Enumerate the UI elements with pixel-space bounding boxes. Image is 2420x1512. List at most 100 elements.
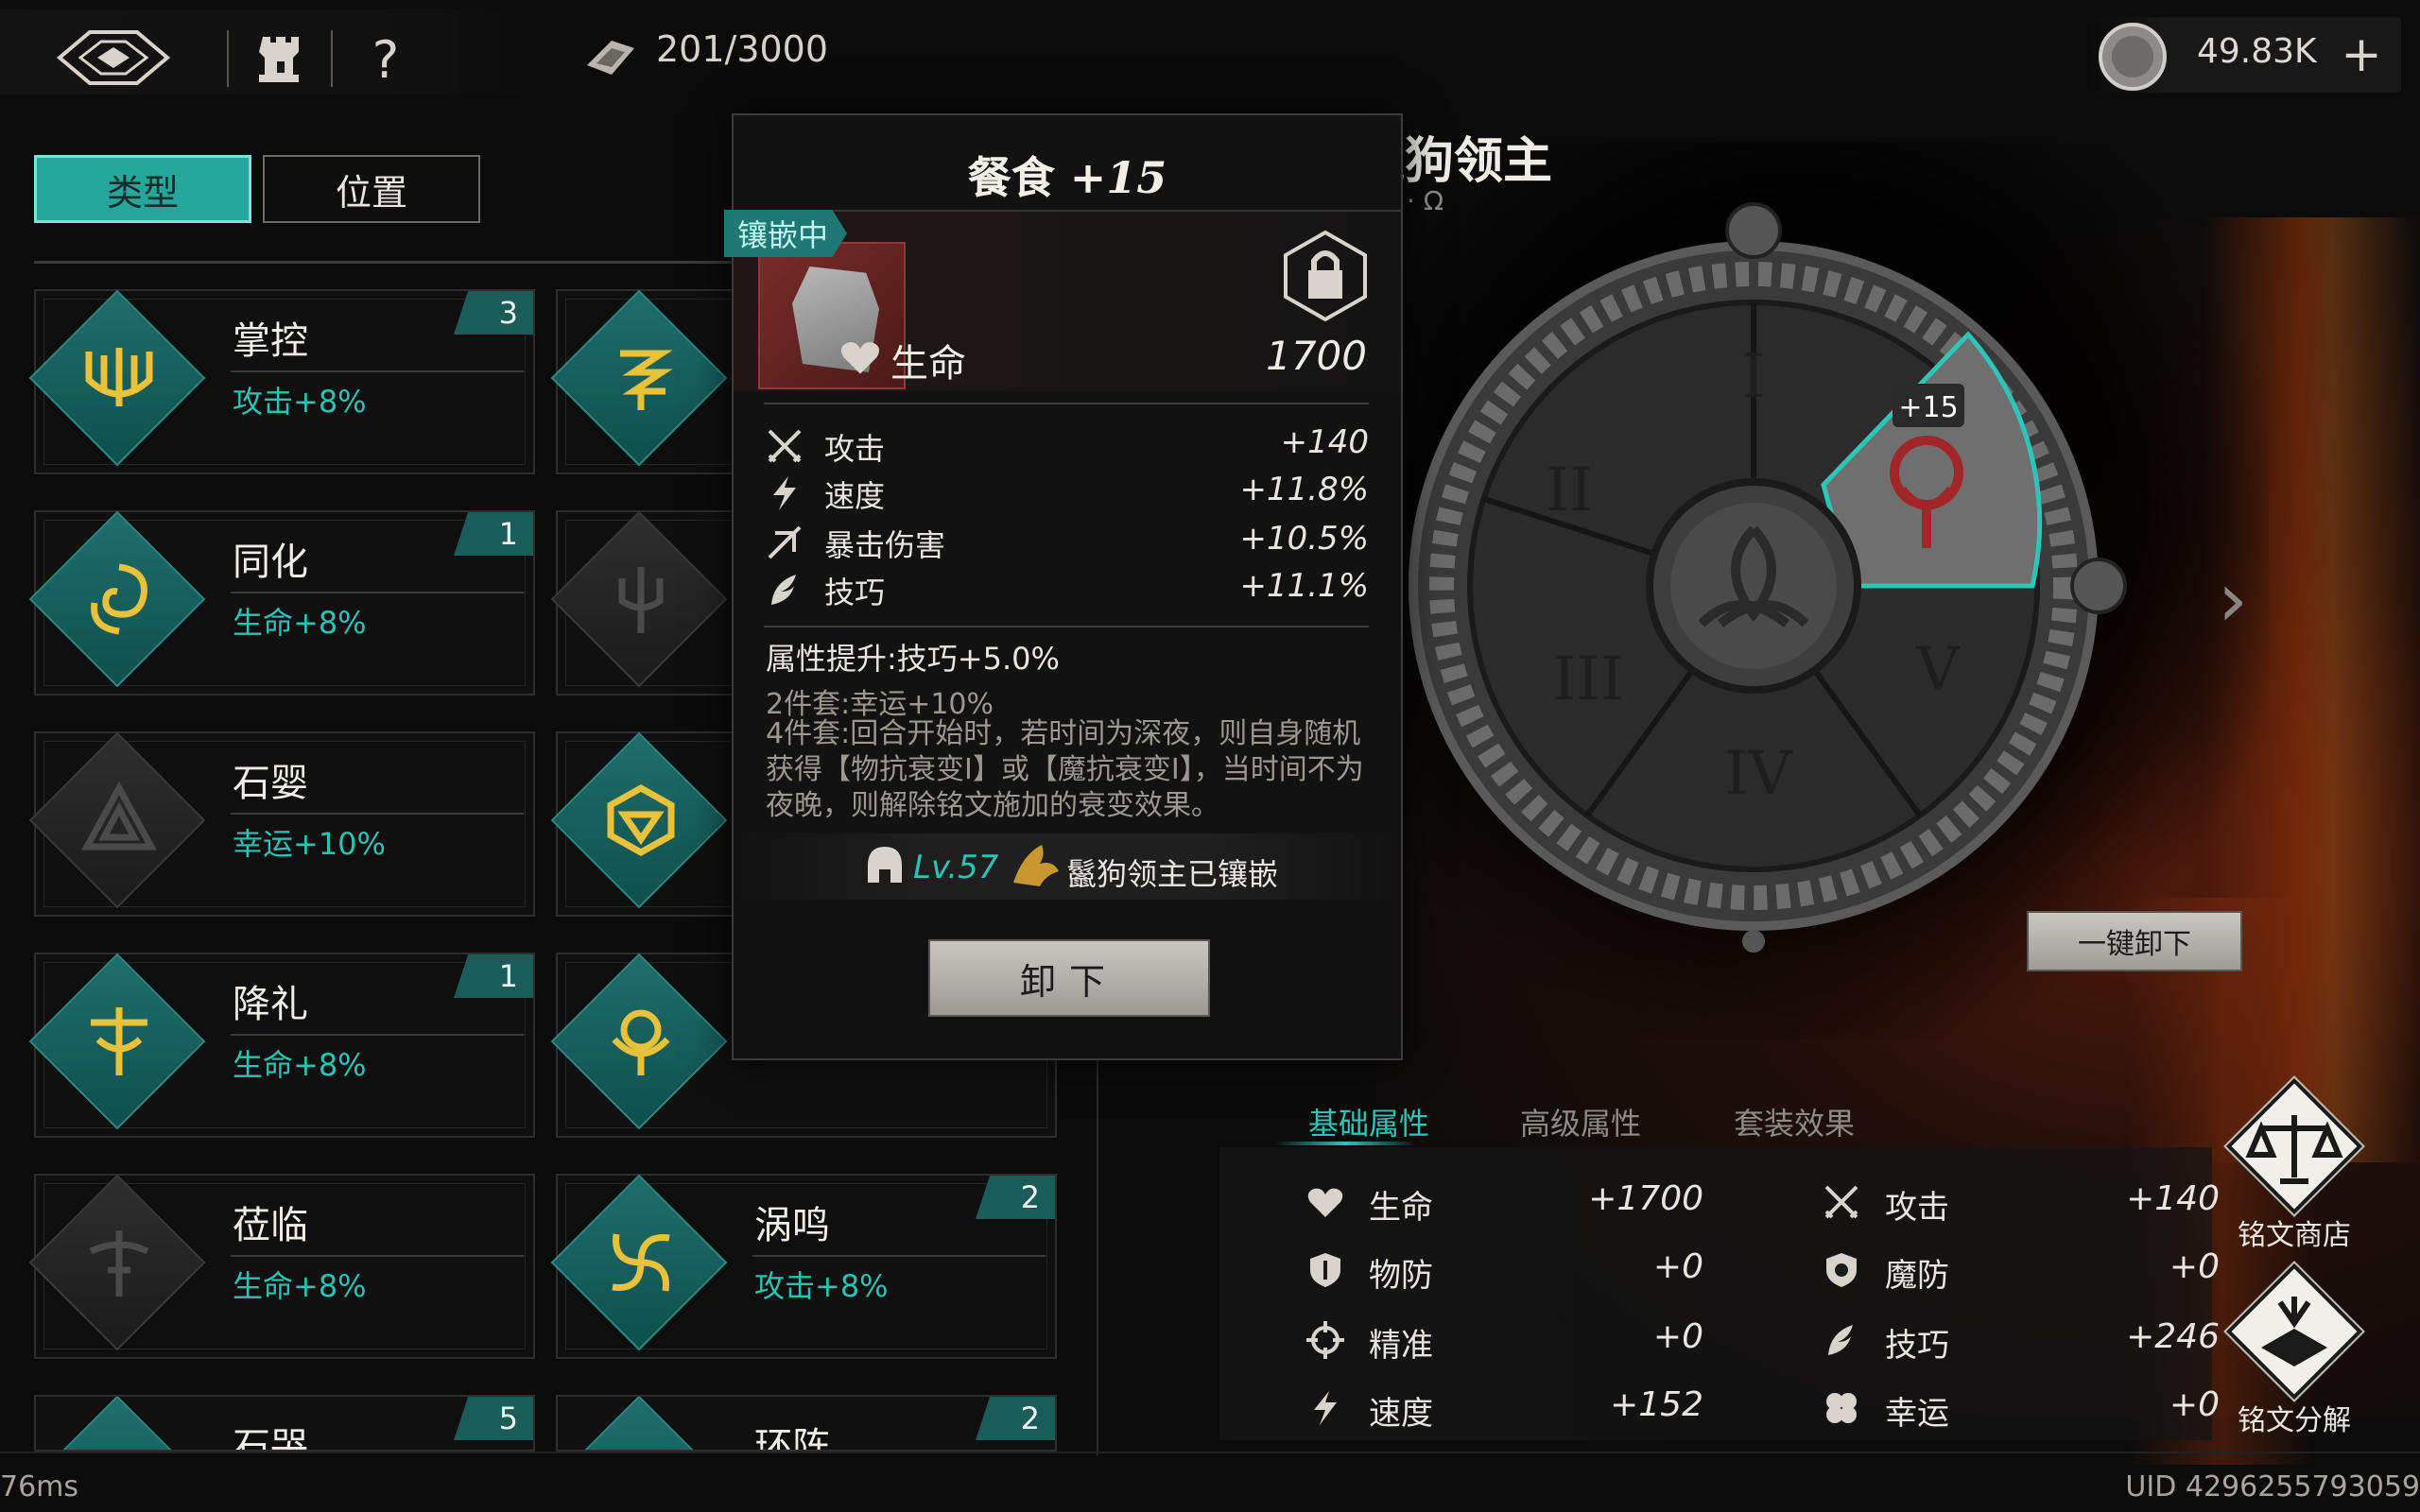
speed-icon: [773, 476, 796, 510]
inlaid-status-tag: 镶嵌中: [724, 210, 847, 257]
rune-name: 环阵: [754, 1425, 830, 1452]
rune-card-tonghua[interactable]: 同化 生命+8% 1: [28, 510, 535, 696]
cross-rune-icon: [91, 1007, 147, 1075]
help-button[interactable]: ?: [355, 26, 416, 93]
tab-type[interactable]: 类型: [34, 155, 251, 223]
rune-count-badge: 1: [454, 512, 533, 556]
silver-coin-icon: [2095, 19, 2170, 94]
shield-icon: [1310, 1253, 1340, 1287]
main-stat-label: 生命: [890, 342, 966, 386]
rune-count-badge: 2: [976, 1397, 1055, 1440]
rune-bonus: 生命+8%: [233, 605, 367, 641]
rune-decompose-button[interactable]: 铭文分解: [2223, 1261, 2365, 1444]
rune-name: 掌控: [233, 319, 308, 363]
rune-detail-popup: 餐食 +15 镶嵌中 生命 1700 攻击 +140 速度 +11.8% 暴击伤害 +…: [724, 113, 1403, 1060]
trident-rune-icon: [85, 348, 153, 406]
stat-tabs: 基础属性 高级属性 套装效果: [1219, 1087, 2212, 1162]
stamina-icon: [580, 34, 641, 81]
rune-count-badge: 3: [454, 291, 533, 335]
next-arrow-button[interactable]: ›: [2218, 556, 2248, 644]
rune-card-woming[interactable]: 涡鸣 攻击+8% 2: [550, 1174, 1057, 1359]
slot-label-1: I: [1741, 342, 1765, 412]
rune-bonus: 攻击+8%: [754, 1268, 889, 1304]
unequip-button[interactable]: 卸下: [928, 939, 1210, 1017]
plus-icon: +: [2341, 26, 2382, 83]
rune-card-shiying[interactable]: 石婴 幸运+10%: [28, 731, 535, 917]
rune-decompose-label: 铭文分解: [2238, 1404, 2351, 1437]
rune-diamond: [36, 1397, 206, 1450]
tab-position-label: 位置: [335, 171, 407, 214]
back-emblem-icon: [56, 30, 171, 85]
heart-icon: [1307, 1188, 1343, 1217]
user-id: UID 4296255793059: [2125, 1470, 2420, 1503]
rune-bonus: 生命+8%: [233, 1268, 367, 1304]
rune-title: 餐食: [967, 152, 1055, 203]
sub-stat-attack: 攻击 +140: [764, 423, 1369, 469]
stat-row-speed: 速度 +152: [1306, 1382, 1703, 1438]
heart-icon: [840, 342, 880, 374]
back-button[interactable]: [47, 25, 180, 91]
slot-label-4: IV: [1724, 739, 1793, 809]
stat-row-attack: 攻击 +140: [1823, 1176, 2220, 1232]
one-key-unequip-button[interactable]: 一键卸下: [2027, 911, 2242, 971]
stamina-counter: 201/3000: [656, 28, 829, 70]
rune-shop-label: 铭文商店: [2238, 1219, 2351, 1252]
castle-icon: [259, 37, 299, 82]
rune-wheel: I II III IV V +15: [1409, 202, 2127, 953]
rune-count-badge: 1: [454, 954, 533, 998]
rune-bonus: 攻击+8%: [233, 384, 367, 420]
stat-row-pdef: 物防 +0: [1306, 1244, 1703, 1300]
rune-card-zhangkong[interactable]: 掌控 攻击+8% 3: [28, 289, 535, 474]
rune-count-badge: 2: [976, 1176, 1055, 1219]
rune-card-jiangli[interactable]: 降礼 生命+8% 1: [28, 953, 535, 1138]
latency-indicator: 76ms: [0, 1470, 79, 1503]
tab-advanced-stats[interactable]: 高级属性: [1520, 1100, 1641, 1143]
rune-level: +15: [1069, 152, 1167, 203]
tab-set-effects[interactable]: 套装效果: [1734, 1100, 1855, 1143]
active-tab-underline: [1274, 1142, 1416, 1145]
rune-count-badge: 5: [454, 1397, 533, 1440]
sub-stat-speed: 速度 +11.8%: [764, 471, 1369, 516]
stat-row-accuracy: 精准 +0: [1306, 1314, 1703, 1370]
rune-card-lilin[interactable]: 莅临 生命+8%: [28, 1174, 535, 1359]
sub-stat-skill: 技巧 +11.1%: [764, 567, 1369, 612]
help-icon: ?: [372, 29, 400, 90]
selected-slot-level: +15: [1898, 391, 1958, 424]
helmet-icon: [868, 847, 902, 883]
rune-shop-button[interactable]: 铭文商店: [2223, 1075, 2365, 1259]
spiral-rune-icon: [91, 563, 147, 635]
slot-label-3: III: [1552, 644, 1624, 714]
list-divider: [34, 261, 734, 264]
slot-label-2: II: [1546, 455, 1594, 525]
tab-basic-stats[interactable]: 基础属性: [1308, 1100, 1429, 1143]
speed-icon: [1314, 1391, 1337, 1425]
swirl-rune-icon: [612, 1233, 670, 1292]
crossed-swords-icon: [768, 429, 802, 463]
coil-rune-icon: [620, 350, 673, 410]
rune-bonus: 生命+8%: [233, 1047, 367, 1083]
attribute-boost-text: 属性提升:技巧+5.0%: [766, 641, 1060, 677]
stat-row-skill: 技巧 +246: [1823, 1314, 2220, 1370]
castle-button[interactable]: [248, 28, 314, 91]
trident-dark-rune-icon: [618, 567, 664, 633]
rune-card-huanzhen[interactable]: 环阵 2: [556, 1395, 1057, 1452]
hexagon-rune-icon: [607, 783, 675, 857]
rune-name: 石哭: [233, 1425, 308, 1452]
crosshair-icon: [1306, 1321, 1344, 1359]
currency-amount: 49.83K: [2197, 32, 2317, 71]
top-separator: [227, 30, 229, 87]
lock-icon[interactable]: [1278, 229, 1373, 323]
triangle-knot-rune-icon: [81, 781, 157, 850]
add-currency-button[interactable]: +: [2335, 26, 2388, 83]
stat-row-hp: 生命 +1700: [1306, 1176, 1703, 1232]
scales-icon: [2245, 1115, 2343, 1184]
rune-name: 莅临: [233, 1204, 308, 1247]
skill-icon: [771, 575, 796, 605]
figure-rune-icon: [89, 1230, 149, 1297]
rune-card-shiku[interactable]: 石哭 5: [34, 1395, 535, 1452]
stat-row-mdef: 魔防 +0: [1823, 1244, 2220, 1300]
tab-position[interactable]: 位置: [263, 155, 480, 223]
rune-name: 同化: [233, 541, 308, 584]
clover-icon: [1826, 1393, 1857, 1423]
slot-label-5: V: [1915, 635, 1962, 705]
